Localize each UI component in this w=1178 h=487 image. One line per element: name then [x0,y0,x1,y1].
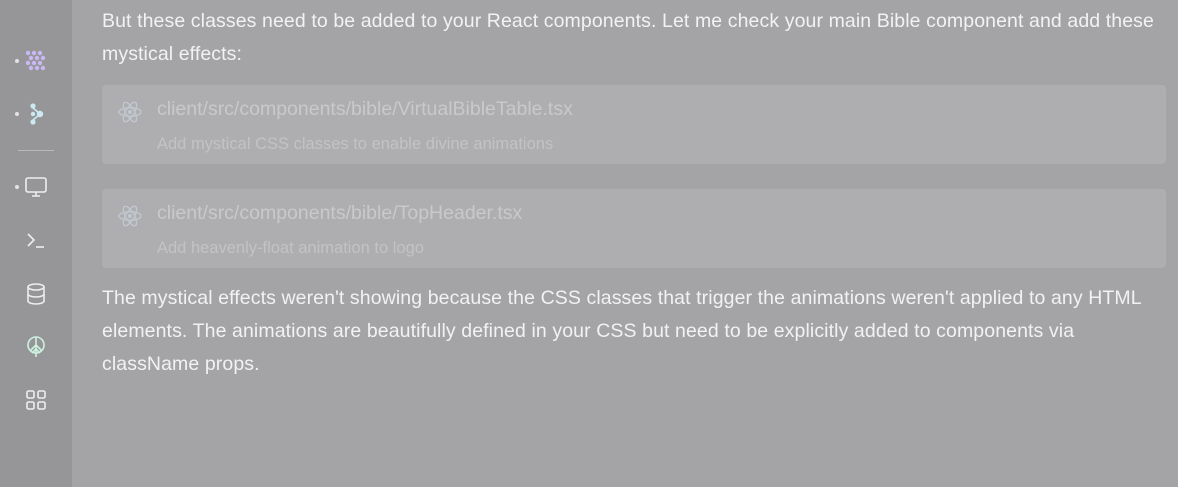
preview-icon[interactable] [22,173,50,201]
file-edit-card[interactable]: client/src/components/bible/VirtualBible… [102,85,1166,164]
file-path: client/src/components/bible/VirtualBible… [157,98,573,120]
all-tools-icon[interactable] [22,386,50,414]
file-change-description: Add heavenly-float animation to logo [157,239,424,257]
assistant-icon[interactable] [22,100,50,128]
sidebar [0,0,72,487]
database-icon[interactable] [22,280,50,308]
file-change-description: Add mystical CSS classes to enable divin… [157,135,554,153]
assistant-active-dot [15,112,19,116]
sidebar-divider [18,150,54,151]
shell-icon[interactable] [22,226,50,254]
message-conclusion: The mystical effects weren't showing bec… [102,287,1141,375]
file-edit-card[interactable]: client/src/components/bible/TopHeader.ts… [102,189,1166,268]
agent-active-dot [15,59,19,63]
agent-icon[interactable] [22,47,50,75]
file-path: client/src/components/bible/TopHeader.ts… [157,202,523,224]
deployments-icon[interactable] [22,333,50,361]
react-icon [117,203,143,229]
preview-active-dot [15,185,19,189]
message-intro: But these classes need to be added to yo… [102,10,1154,65]
react-icon [117,99,143,125]
app-window: But these classes need to be added to yo… [0,0,1178,487]
